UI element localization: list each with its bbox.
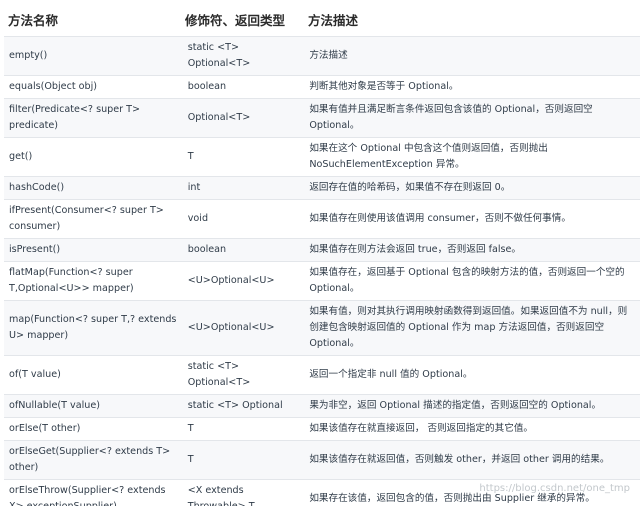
table-row: orElseGet(Supplier<? extends T> other) T 如… [4,440,640,480]
table-row: of(T value) static <T> Optional<T> 返回一个指定非… [4,355,640,395]
method-name-cell: orElse(T other) [4,417,183,441]
method-name-cell: orElseThrow(Supplier<? extends X> except… [4,479,183,506]
description-cell: 方法描述 [304,36,640,76]
description-cell: 如果有值并且满足断言条件返回包含该值的 Optional，否则返回空 Optio… [304,98,640,138]
return-type-cell: static <T> Optional<T> [182,36,305,76]
header-modifier-return-type: 修饰符、返回类型 [185,13,286,28]
description-cell: 如果该值存在就直接返回， 否则返回指定的其它值。 [304,417,640,441]
table-row: equals(Object obj) boolean 判断其他对象是否等于 Opti… [4,75,640,99]
api-table-screenshot: 方法名称 修饰符、返回类型 方法描述 empty() static <T> Opt… [0,0,644,506]
table-body: empty() static <T> Optional<T> 方法描述 equals(… [4,36,640,506]
return-type-cell: <U>Optional<U> [182,261,305,301]
table-row: get() T 如果在这个 Optional 中包含这个值则返回值，否则抛出 NoS… [4,137,640,177]
description-cell: 如果值存在，返回基于 Optional 包含的映射方法的值，否则返回一个空的 O… [304,261,640,301]
table-row: empty() static <T> Optional<T> 方法描述 [4,36,640,76]
method-name-cell: orElseGet(Supplier<? extends T> other) [4,440,183,480]
return-type-cell: <X extends Throwable> T [182,479,305,506]
description-cell: 如果该值存在就返回值，否则触发 other，并返回 other 调用的结果。 [304,440,640,480]
description-cell: 判断其他对象是否等于 Optional。 [304,75,640,99]
return-type-cell: boolean [182,75,305,99]
description-cell: 如果有值，则对其执行调用映射函数得到返回值。如果返回值不为 null，则创建包含… [304,300,640,356]
method-name-cell: empty() [4,36,183,76]
return-type-cell: void [182,199,305,239]
return-type-cell: T [182,417,305,441]
return-type-cell: static <T> Optional<T> [182,355,305,395]
method-name-cell: isPresent() [4,238,183,262]
header-method-description: 方法描述 [308,13,359,28]
table-row: flatMap(Function<? super T,Optional<U>> … [4,261,640,301]
watermark: https://blog.csdn.net/one_tmp [479,483,630,494]
description-cell: 如果值存在则方法会返回 true，否则返回 false。 [304,238,640,262]
method-name-cell: map(Function<? super T,? extends U> mapp… [4,300,183,356]
method-name-cell: of(T value) [4,355,183,395]
return-type-cell: static <T> Optional [182,394,305,418]
table-row: ofNullable(T value) static <T> Optional 果为… [4,394,640,418]
method-name-cell: equals(Object obj) [4,75,183,99]
method-name-cell: flatMap(Function<? super T,Optional<U>> … [4,261,183,301]
table-header: 方法名称 修饰符、返回类型 方法描述 [0,0,644,36]
return-type-cell: Optional<T> [182,98,305,138]
table-row: orElse(T other) T 如果该值存在就直接返回， 否则返回指定的其它值。 [4,417,640,441]
return-type-cell: boolean [182,238,305,262]
description-cell: 果为非空，返回 Optional 描述的指定值，否则返回空的 Optional。 [304,394,640,418]
return-type-cell: <U>Optional<U> [182,300,305,356]
description-cell: 返回一个指定非 null 值的 Optional。 [304,355,640,395]
method-name-cell: filter(Predicate<? super T> predicate) [4,98,183,138]
table-row: hashCode() int 返回存在值的哈希码，如果值不存在则返回 0。 [4,176,640,200]
description-cell: 返回存在值的哈希码，如果值不存在则返回 0。 [304,176,640,200]
table-row: isPresent() boolean 如果值存在则方法会返回 true，否则返回 … [4,238,640,262]
optional-methods-table: empty() static <T> Optional<T> 方法描述 equals(… [4,36,640,506]
return-type-cell: T [182,137,305,177]
description-cell: 如果值存在则使用该值调用 consumer，否则不做任何事情。 [304,199,640,239]
table-row: ifPresent(Consumer<? super T> consumer) v… [4,199,640,239]
table-row: filter(Predicate<? super T> predicate) Op… [4,98,640,138]
table-row: map(Function<? super T,? extends U> mapp… [4,300,640,356]
method-name-cell: ofNullable(T value) [4,394,183,418]
method-name-cell: hashCode() [4,176,183,200]
method-name-cell: get() [4,137,183,177]
return-type-cell: T [182,440,305,480]
description-cell: 如果在这个 Optional 中包含这个值则返回值，否则抛出 NoSuchEle… [304,137,640,177]
return-type-cell: int [182,176,305,200]
header-method-name: 方法名称 [8,13,59,28]
method-name-cell: ifPresent(Consumer<? super T> consumer) [4,199,183,239]
